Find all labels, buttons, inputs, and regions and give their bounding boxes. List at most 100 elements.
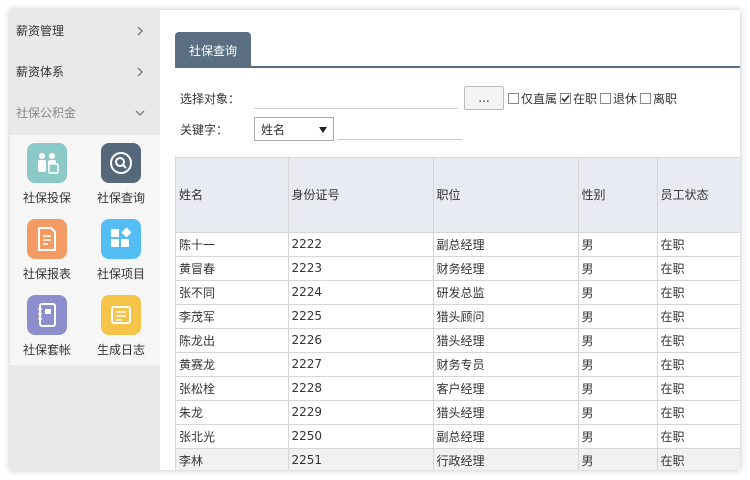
column-header-status[interactable]: 员工状态 — [657, 158, 740, 233]
chevron-right-icon — [134, 66, 146, 78]
cell-id-number: 2224 — [288, 280, 434, 305]
cell-id-number: 2250 — [288, 424, 434, 449]
cell-name: 张松栓 — [176, 376, 289, 401]
table-row[interactable]: 李林 2251 行政经理 男 在职 — [176, 448, 740, 470]
cell-gender: 男 — [578, 400, 658, 425]
checkbox-box — [508, 92, 519, 104]
cell-name: 李茂军 — [176, 304, 289, 329]
checkbox-employed[interactable]: 在职 — [560, 90, 597, 107]
keyword-field-select[interactable]: 姓名 — [254, 117, 334, 141]
checkbox-label: 在职 — [573, 91, 598, 106]
cell-id-number: 2225 — [288, 304, 434, 329]
tile-label: 社保项目 — [96, 267, 145, 281]
checkmark-icon — [561, 94, 570, 102]
cell-name: 李林 — [176, 448, 289, 470]
column-header-name[interactable]: 姓名 — [176, 158, 289, 233]
checkbox-direct-only[interactable]: 仅直属 — [508, 90, 557, 107]
checkbox-box — [600, 92, 612, 104]
tile-generate-log[interactable]: 生成日志 — [84, 295, 158, 358]
log-icon — [101, 295, 141, 335]
menu-item-salary-system[interactable]: 薪资体系 — [10, 51, 160, 92]
tile-insurance-account[interactable]: 社保套帐 — [10, 295, 84, 358]
people-icon — [27, 143, 67, 183]
cell-position: 副总经理 — [433, 424, 579, 449]
table-row[interactable]: 张北光 2250 副总经理 男 在职 — [176, 424, 740, 449]
menu-item-label: 社保公积金 — [16, 106, 77, 120]
cell-gender: 男 — [578, 280, 658, 305]
employee-table: 姓名 身份证号 职位 性别 员工状态 陈十一 2222 副总经理 男 在职 黄冒… — [175, 157, 740, 470]
search-icon — [101, 143, 141, 183]
cell-id-number: 2228 — [288, 376, 434, 401]
cell-status: 在职 — [657, 256, 740, 281]
tab-insurance-query[interactable]: 社保查询 — [175, 32, 252, 68]
cell-gender: 男 — [578, 232, 658, 257]
table-row[interactable]: 李茂军 2225 猎头顾问 男 在职 — [176, 304, 740, 329]
tile-label: 社保套帐 — [22, 343, 71, 357]
checkbox-retired[interactable]: 退休 — [600, 90, 637, 107]
menu-item-label: 薪资体系 — [16, 65, 65, 79]
menu-item-social-insurance[interactable]: 社保公积金 — [10, 92, 160, 133]
cell-name: 朱龙 — [176, 400, 289, 425]
checkbox-box — [560, 92, 572, 104]
cell-gender: 男 — [578, 424, 658, 449]
column-header-id-number[interactable]: 身份证号 — [288, 158, 434, 233]
cell-id-number: 2251 — [288, 448, 434, 470]
cell-status: 在职 — [657, 352, 740, 377]
tile-insurance-report[interactable]: 社保报表 — [10, 219, 84, 282]
app-window: 薪资管理 薪资体系 社保公积金 社保投保 社保查询 社保报表 社保项目 社保套帐… — [10, 10, 740, 470]
cell-id-number: 2229 — [288, 400, 434, 425]
tab-bar: 社保查询 — [175, 32, 740, 68]
column-header-position[interactable]: 职位 — [433, 158, 579, 233]
table-row[interactable]: 陈十一 2222 副总经理 男 在职 — [176, 232, 740, 257]
select-value: 姓名 — [261, 122, 286, 137]
cell-status: 在职 — [657, 280, 740, 305]
cell-name: 陈十一 — [176, 232, 289, 257]
table-row[interactable]: 张不同 2224 研发总监 男 在职 — [176, 280, 740, 305]
cell-gender: 男 — [578, 304, 658, 329]
cell-status: 在职 — [657, 232, 740, 257]
table-header-row: 姓名 身份证号 职位 性别 员工状态 — [176, 158, 740, 233]
cell-name: 黄赛龙 — [176, 352, 289, 377]
keyword-input[interactable] — [338, 118, 462, 140]
cell-id-number: 2226 — [288, 328, 434, 353]
cell-position: 财务经理 — [433, 256, 579, 281]
cell-name: 张不同 — [176, 280, 289, 305]
table-row[interactable]: 黄赛龙 2227 财务专员 男 在职 — [176, 352, 740, 377]
dropdown-arrow-icon — [319, 122, 327, 136]
checkbox-label: 离职 — [653, 91, 678, 106]
table-row[interactable]: 张松栓 2228 客户经理 男 在职 — [176, 376, 740, 401]
cell-position: 研发总监 — [433, 280, 579, 305]
tile-insurance-items[interactable]: 社保项目 — [84, 219, 158, 282]
cell-gender: 男 — [578, 352, 658, 377]
checkbox-box — [640, 92, 652, 104]
keyword-label: 关键字： — [180, 122, 229, 137]
tile-insurance-query[interactable]: 社保查询 — [84, 143, 158, 206]
cell-position: 猎头经理 — [433, 328, 579, 353]
cell-name: 陈龙出 — [176, 328, 289, 353]
tile-label: 生成日志 — [96, 343, 145, 357]
sidebar: 薪资管理 薪资体系 社保公积金 社保投保 社保查询 社保报表 社保项目 社保套帐… — [10, 10, 160, 470]
cell-id-number: 2223 — [288, 256, 434, 281]
cell-position: 猎头经理 — [433, 400, 579, 425]
menu-item-salary-management[interactable]: 薪资管理 — [10, 10, 160, 51]
select-target-label: 选择对象： — [180, 91, 241, 106]
select-target-input[interactable] — [254, 87, 458, 109]
tile-insurance-enroll[interactable]: 社保投保 — [10, 143, 84, 206]
keyword-row: 关键字： 姓名 — [180, 117, 462, 141]
chevron-right-icon — [134, 25, 146, 37]
checkbox-resigned[interactable]: 离职 — [640, 90, 677, 107]
cell-position: 财务专员 — [433, 352, 579, 377]
cell-status: 在职 — [657, 304, 740, 329]
cell-gender: 男 — [578, 376, 658, 401]
table-row[interactable]: 朱龙 2229 猎头经理 男 在职 — [176, 400, 740, 425]
cell-gender: 男 — [578, 328, 658, 353]
column-header-gender[interactable]: 性别 — [578, 158, 658, 233]
notebook-icon — [27, 295, 67, 335]
cell-status: 在职 — [657, 400, 740, 425]
table-row[interactable]: 黄冒春 2223 财务经理 男 在职 — [176, 256, 740, 281]
submenu-icon-panel: 社保投保 社保查询 社保报表 社保项目 社保套帐 生成日志 — [10, 135, 160, 365]
tile-label: 社保查询 — [96, 191, 145, 205]
cell-gender: 男 — [578, 448, 658, 470]
table-row[interactable]: 陈龙出 2226 猎头经理 男 在职 — [176, 328, 740, 353]
browse-button[interactable]: ... — [464, 86, 504, 110]
